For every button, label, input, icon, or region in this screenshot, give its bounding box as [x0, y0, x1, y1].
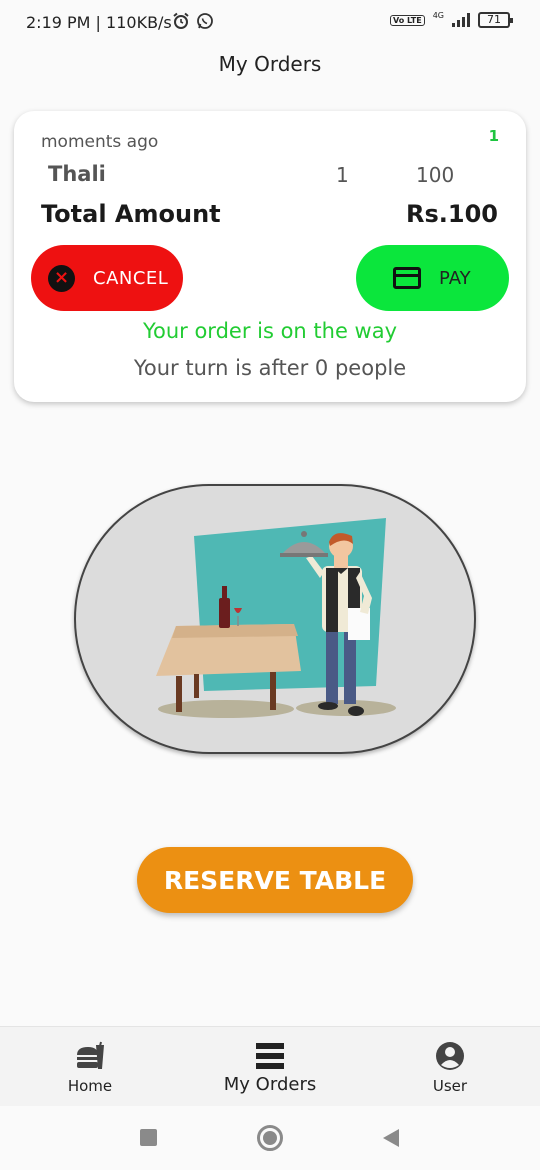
alarm-icon — [173, 12, 189, 29]
nav-item-my-orders[interactable]: My Orders — [180, 1027, 360, 1107]
item-price: 100 — [416, 163, 455, 187]
nav-label-user: User — [432, 1077, 468, 1095]
total-amount-label: Total Amount — [41, 200, 221, 228]
item-name: Thali — [48, 162, 106, 186]
waiter-illustration — [74, 484, 476, 754]
waiter-table-illustration — [156, 518, 396, 718]
order-status-text: Your order is on the way — [142, 319, 398, 343]
status-bar: 2:19 PM | 110KB/s Vo LTE 4G 71 — [0, 0, 540, 46]
account-circle-icon — [436, 1042, 464, 1070]
queue-position-text: Your turn is after 0 people — [133, 356, 407, 380]
nav-item-user[interactable]: User — [360, 1027, 540, 1107]
cancel-button[interactable]: × CANCEL — [31, 245, 183, 311]
fastfood-icon — [77, 1041, 104, 1069]
signal-icon — [452, 13, 470, 27]
total-amount-value: Rs.100 — [406, 200, 498, 228]
system-navigation-bar — [0, 1106, 540, 1170]
item-quantity: 1 — [336, 163, 349, 187]
bottom-navigation: Home My Orders User — [0, 1026, 540, 1106]
pay-button-label: PAY — [439, 267, 471, 289]
back-triangle-icon[interactable] — [383, 1129, 399, 1147]
recent-apps-icon[interactable] — [140, 1129, 157, 1146]
battery-icon: 71 — [478, 12, 513, 28]
pay-button[interactable]: PAY — [356, 245, 509, 311]
whatsapp-icon — [197, 13, 213, 29]
network-type: 4G — [432, 11, 444, 20]
nav-label-home: Home — [67, 1077, 113, 1095]
orders-list-icon — [256, 1043, 284, 1069]
order-card: moments ago 1 Thali 1 100 Total Amount R… — [14, 111, 526, 402]
home-circle-icon[interactable] — [257, 1125, 283, 1151]
nav-item-home[interactable]: Home — [0, 1027, 180, 1107]
status-time: 2:19 PM | 110KB/s — [26, 13, 172, 32]
cancel-icon: × — [48, 264, 75, 292]
cancel-button-label: CANCEL — [93, 267, 169, 289]
page-title: My Orders — [218, 52, 322, 76]
credit-card-icon — [393, 267, 421, 289]
volte-icon: Vo LTE — [389, 14, 425, 26]
reserve-table-button[interactable]: RESERVE TABLE — [137, 847, 413, 913]
nav-label-my-orders: My Orders — [223, 1074, 317, 1095]
order-time: moments ago — [41, 132, 159, 152]
order-count: 1 — [488, 127, 499, 145]
